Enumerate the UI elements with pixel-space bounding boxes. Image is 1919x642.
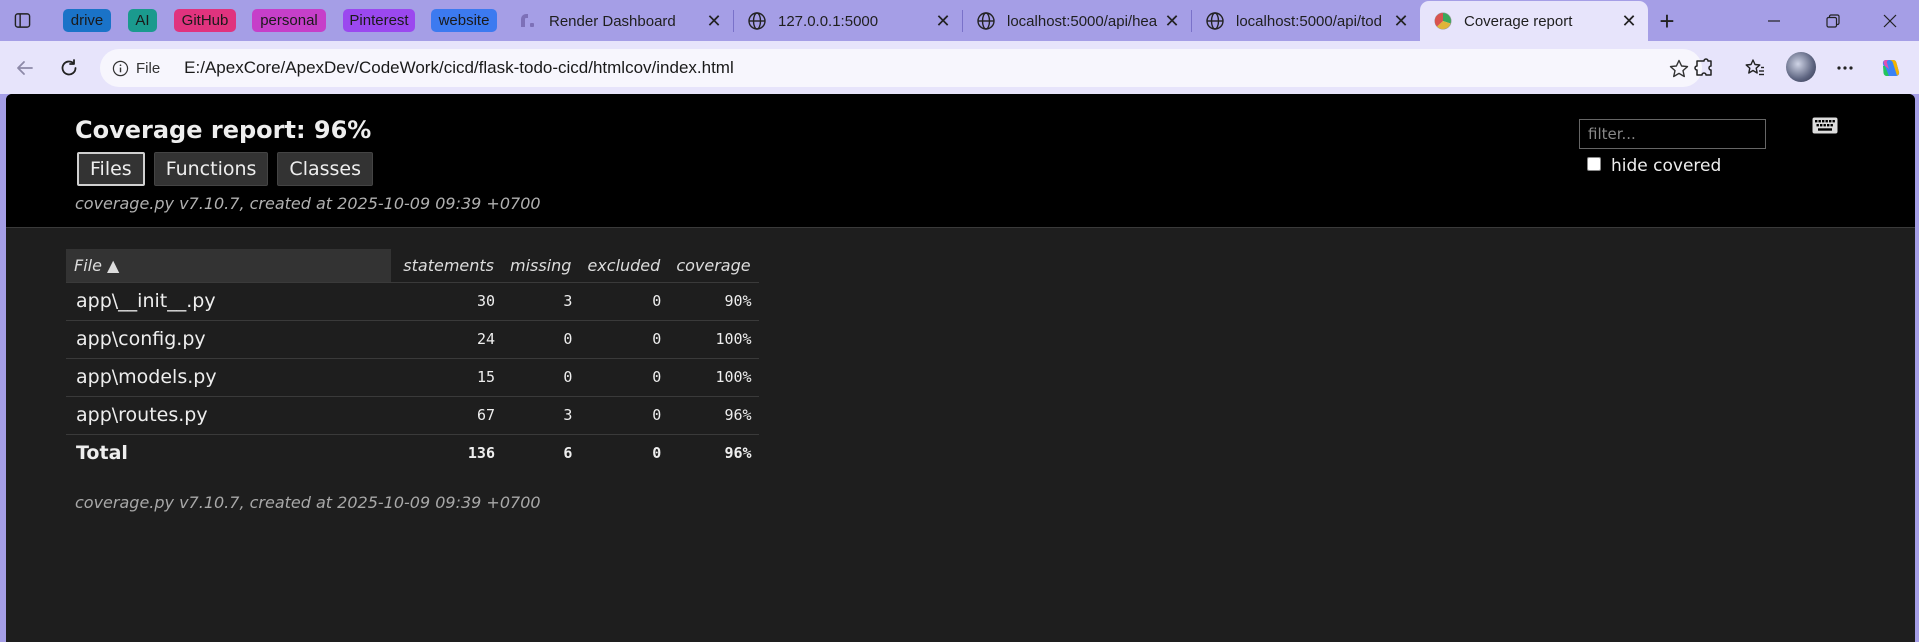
tab-localhost-api-health[interactable]: localhost:5000/api/hea ✕ [963, 1, 1191, 41]
coverage-cell: 100% [668, 357, 759, 396]
page-title: Coverage report: 96% [75, 116, 372, 144]
missing-cell: 0 [502, 319, 580, 358]
url-text[interactable]: E:/ApexCore/ApexDev/CodeWork/cicd/flask-… [184, 58, 734, 78]
report-header: Coverage report: 96% Files Functions Cla… [6, 94, 1915, 228]
file-link[interactable]: app\__init__.py [66, 281, 391, 320]
back-arrow-icon[interactable] [11, 54, 39, 82]
new-tab-button[interactable]: + [1654, 8, 1680, 34]
table-header-row: File ▲ statements missing excluded cover… [66, 249, 759, 282]
sidebar-toggle-icon[interactable] [10, 9, 34, 31]
scheme-label: File [136, 59, 161, 77]
missing-cell: 0 [502, 357, 580, 396]
functions-button[interactable]: Functions [153, 152, 269, 186]
profile-avatar[interactable] [1786, 52, 1816, 82]
globe-icon [975, 10, 997, 32]
minimize-icon[interactable] [1760, 8, 1788, 34]
file-link[interactable]: app\config.py [66, 319, 391, 358]
close-icon[interactable]: ✕ [1161, 10, 1183, 32]
column-file[interactable]: File ▲ [66, 249, 391, 282]
favorites-icon[interactable] [1741, 54, 1769, 82]
coverage-cell: 90% [668, 281, 759, 320]
close-window-icon[interactable] [1876, 8, 1904, 34]
globe-icon [1204, 10, 1226, 32]
excluded-cell: 0 [579, 319, 669, 358]
tab-coverage-report[interactable]: Coverage report ✕ [1420, 1, 1648, 41]
favorite-star-icon[interactable] [1668, 58, 1690, 80]
filter-input[interactable] [1579, 119, 1766, 149]
tab-group-ai[interactable]: AI [128, 9, 157, 32]
render-icon [517, 10, 539, 32]
total-excluded: 0 [579, 433, 669, 472]
excluded-cell: 0 [579, 281, 669, 320]
file-link[interactable]: app\models.py [66, 357, 391, 396]
tab-group-pinterest[interactable]: Pinterest [343, 9, 415, 32]
keyboard-icon[interactable] [1812, 117, 1838, 134]
column-missing[interactable]: missing [502, 249, 579, 282]
column-excluded[interactable]: excluded [579, 249, 668, 282]
hide-covered-checkbox[interactable] [1587, 157, 1601, 171]
table-row: app\routes.py 67 3 0 96% [66, 395, 759, 434]
total-row: Total 136 6 0 96% [66, 433, 759, 472]
statements-cell: 30 [391, 281, 502, 320]
coverage-table: File ▲ statements missing excluded cover… [66, 249, 759, 472]
total-statements: 136 [391, 433, 502, 472]
close-icon[interactable]: ✕ [1390, 10, 1412, 32]
statements-cell: 67 [391, 395, 502, 434]
statements-cell: 15 [391, 357, 502, 396]
excluded-cell: 0 [579, 357, 669, 396]
table-row: app\models.py 15 0 0 100% [66, 357, 759, 396]
missing-cell: 3 [502, 281, 580, 320]
address-bar[interactable]: File E:/ApexCore/ApexDev/CodeWork/cicd/f… [100, 49, 1702, 87]
tab-127-0-0-1[interactable]: 127.0.0.1:5000 ✕ [734, 1, 962, 41]
table-row: app\__init__.py 30 3 0 90% [66, 281, 759, 320]
hide-covered-toggle[interactable]: hide covered [1587, 156, 1721, 176]
restore-icon[interactable] [1819, 8, 1847, 34]
column-coverage[interactable]: coverage [668, 249, 758, 282]
coverage-cell: 96% [668, 395, 759, 434]
column-statements[interactable]: statements [391, 249, 502, 282]
tab-title: Render Dashboard [549, 12, 676, 30]
tab-title: localhost:5000/api/hea [1007, 12, 1158, 30]
report-nav: Files Functions Classes [77, 152, 373, 186]
tab-title: 127.0.0.1:5000 [778, 12, 879, 30]
tab-group-website[interactable]: website [431, 9, 497, 32]
globe-icon [746, 10, 768, 32]
total-coverage: 96% [668, 433, 759, 472]
hide-covered-label: hide covered [1611, 156, 1722, 176]
browser-toolbar: File E:/ApexCore/ApexDev/CodeWork/cicd/f… [0, 41, 1919, 94]
statements-cell: 24 [391, 319, 502, 358]
coverage-report-page: Coverage report: 96% Files Functions Cla… [6, 94, 1915, 642]
footer-created-info: coverage.py v7.10.7, created at 2025-10-… [75, 493, 541, 512]
coverage-cell: 100% [668, 319, 759, 358]
tab-group-github[interactable]: GitHub [174, 9, 236, 32]
info-icon[interactable] [111, 59, 129, 77]
tab-title: localhost:5000/api/tod [1236, 12, 1382, 30]
tab-strip: drive AI GitHub personal Pinterest websi… [0, 0, 1919, 41]
coverage-favicon [1432, 10, 1454, 32]
extensions-icon[interactable] [1690, 54, 1718, 82]
more-options-icon[interactable] [1831, 54, 1859, 82]
tab-render-dashboard[interactable]: Render Dashboard ✕ [505, 1, 733, 41]
created-info: coverage.py v7.10.7, created at 2025-10-… [75, 194, 541, 213]
table-row: app\config.py 24 0 0 100% [66, 319, 759, 358]
close-icon[interactable]: ✕ [932, 10, 954, 32]
tab-group-drive[interactable]: drive [63, 9, 111, 32]
refresh-icon[interactable] [55, 54, 83, 82]
missing-cell: 3 [502, 395, 580, 434]
file-link[interactable]: app\routes.py [66, 395, 391, 434]
classes-button[interactable]: Classes [277, 152, 373, 186]
tab-localhost-api-todos[interactable]: localhost:5000/api/tod ✕ [1192, 1, 1420, 41]
tab-group-personal[interactable]: personal [252, 9, 326, 32]
excluded-cell: 0 [579, 395, 669, 434]
copilot-icon[interactable] [1877, 54, 1905, 82]
total-label: Total [66, 433, 391, 472]
close-icon[interactable]: ✕ [703, 10, 725, 32]
total-missing: 6 [502, 433, 580, 472]
tab-title: Coverage report [1464, 12, 1573, 30]
files-button[interactable]: Files [77, 152, 145, 186]
close-icon[interactable]: ✕ [1618, 10, 1640, 32]
